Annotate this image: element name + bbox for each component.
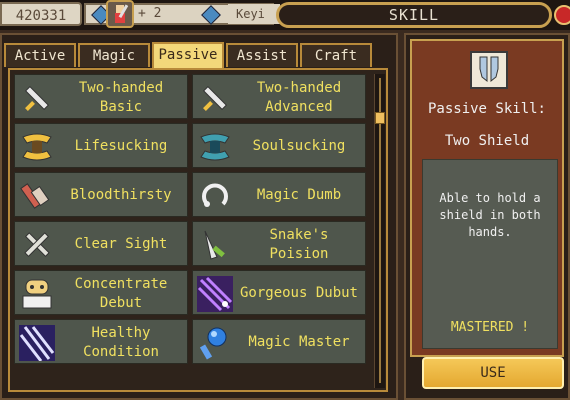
crossed-bones-icon — [24, 232, 50, 258]
magic-ring-icon — [202, 183, 228, 207]
gem-icon — [201, 5, 221, 25]
blue-orb-icon — [199, 327, 227, 360]
sword-icon — [202, 85, 228, 111]
skill-list: Two-handed Basic Two-handed Advanced Lif… — [8, 68, 388, 392]
close-button[interactable] — [554, 5, 570, 25]
fang-dagger-icon — [204, 230, 225, 260]
gold-counter: 420331 — [0, 2, 82, 26]
skill-gorgeous-dubut[interactable]: Gorgeous Dubut — [192, 270, 366, 315]
skill-magic-dumb[interactable]: Magic Dumb — [192, 172, 366, 217]
scroll-thumb[interactable] — [375, 112, 385, 124]
skill-snakes-poision[interactable]: Snake's Poision — [192, 221, 366, 266]
skill-two-handed-advanced[interactable]: Two-handed Advanced — [192, 74, 366, 119]
description-box: Able to hold a shield in both hands. MAS… — [422, 159, 558, 349]
tab-magic[interactable]: Magic — [78, 43, 150, 67]
gem-plus-label: + 2 — [138, 6, 162, 21]
top-status-bar: 420331 + 2 Keyi SKILL — [0, 0, 570, 30]
skill-name: Two Shield — [444, 133, 530, 149]
window-title: SKILL — [276, 2, 552, 28]
claw-slash-icon — [19, 325, 55, 361]
skill-detail: Passive Skill: Two Shield Able to hold a… — [410, 39, 564, 357]
skill-bloodthirsty[interactable]: Bloodthirsty — [14, 172, 188, 217]
skill-soulsucking[interactable]: Soulsucking — [192, 123, 366, 168]
use-button[interactable]: USE — [422, 357, 564, 389]
sword-icon — [24, 85, 50, 111]
skill-type-label: Passive Skill: — [427, 101, 546, 117]
skill-tabs: Active Magic Passive Assist Craft — [4, 42, 390, 68]
skill-two-handed-basic[interactable]: Two-handed Basic — [14, 74, 188, 119]
tab-passive[interactable]: Passive — [152, 42, 224, 68]
purple-spark-icon — [197, 276, 233, 312]
skill-concentrate-debut[interactable]: Concentrate Debut — [14, 270, 188, 315]
skill-magic-master[interactable]: Magic Master — [192, 319, 366, 364]
crossbow-icon — [20, 183, 50, 209]
tab-craft[interactable]: Craft — [300, 43, 372, 67]
skill-healthy-condition[interactable]: Healthy Condition — [14, 319, 188, 364]
player-portrait[interactable] — [106, 0, 134, 28]
face-scroll-icon — [22, 279, 52, 309]
fangs-icon — [22, 133, 52, 161]
skill-clear-sight[interactable]: Clear Sight — [14, 221, 188, 266]
skill-description: Able to hold a shield in both hands. — [439, 191, 541, 239]
skill-list-panel: Active Magic Passive Assist Craft Two-ha… — [0, 33, 398, 400]
scrollbar[interactable] — [374, 74, 385, 388]
tab-assist[interactable]: Assist — [226, 43, 298, 67]
skill-detail-panel: Passive Skill: Two Shield Able to hold a… — [404, 33, 570, 400]
skill-lifesucking[interactable]: Lifesucking — [14, 123, 188, 168]
character-icon — [115, 4, 129, 23]
fangs-icon — [200, 133, 230, 161]
shield-scroll-icon — [470, 51, 508, 89]
player-name: Keyi — [228, 4, 280, 24]
mastery-status: MASTERED ! — [450, 320, 530, 335]
tab-active[interactable]: Active — [4, 43, 76, 67]
